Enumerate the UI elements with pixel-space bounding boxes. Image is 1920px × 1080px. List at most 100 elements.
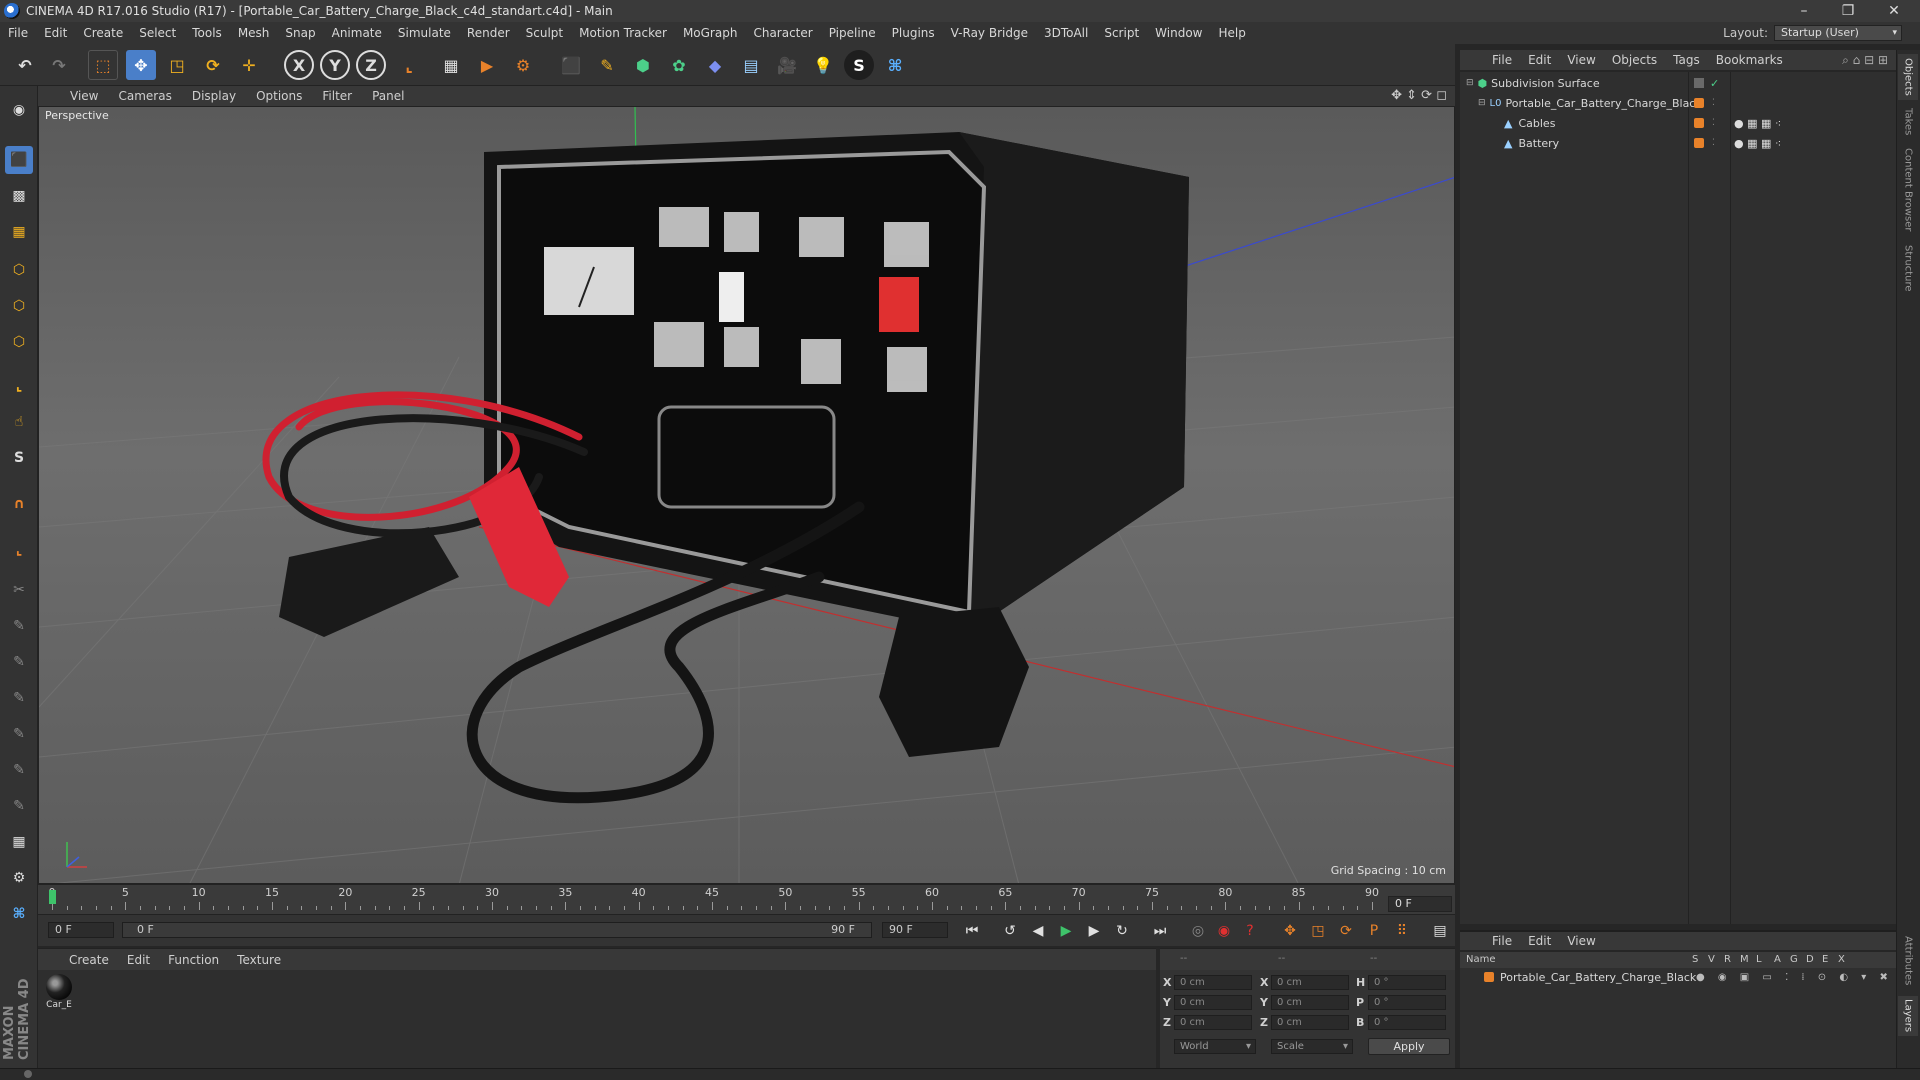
x-axis-lock-icon[interactable]: X	[284, 50, 314, 80]
material-menu-function[interactable]: Function	[159, 953, 228, 967]
keyframe-selection-icon[interactable]: ?	[1238, 920, 1262, 942]
go-to-end-icon[interactable]: ⏭	[1148, 920, 1172, 942]
material-swatch[interactable]: Car_E	[44, 974, 74, 1016]
workplane-mode-icon[interactable]: ▦	[5, 218, 33, 246]
make-editable-icon[interactable]: ◉	[5, 96, 33, 124]
python-icon[interactable]: ⌘	[5, 900, 33, 928]
viewport-menu-view[interactable]: View	[60, 89, 108, 103]
points-mode-icon[interactable]: ⬡	[5, 256, 33, 284]
3d-viewport[interactable]: Perspective Grid Spacing : 10 cm	[38, 106, 1455, 884]
coord-b-rotation-field[interactable]: 0 °	[1368, 1015, 1446, 1030]
camera-icon[interactable]: 🎥	[772, 50, 802, 80]
spline-pen-icon[interactable]: ✎	[592, 50, 622, 80]
collapse-icon[interactable]: ⊟	[1478, 98, 1486, 108]
render-view-icon[interactable]: ▦	[436, 50, 466, 80]
previous-frame-icon[interactable]: ◀	[1026, 920, 1050, 942]
visibility-dots-icon[interactable]: ⁚	[1712, 138, 1715, 148]
menu-file[interactable]: File	[0, 26, 36, 40]
object-menu-file[interactable]: File	[1484, 53, 1520, 67]
script-icon[interactable]: ⚙	[5, 864, 33, 892]
column-xref[interactable]: X	[1838, 954, 1845, 965]
coord-transform-dropdown[interactable]: Scale ▾	[1271, 1039, 1353, 1054]
menu-plugins[interactable]: Plugins	[884, 26, 943, 40]
end-frame-field[interactable]: 90 F	[882, 922, 948, 938]
spline-icon[interactable]: ✎	[5, 720, 33, 748]
object-row-cables[interactable]: ▲ Cables ⁚ ● ▦ ▦ ⁖	[1460, 114, 1896, 132]
render-settings-icon[interactable]: ⚙	[508, 50, 538, 80]
y-axis-lock-icon[interactable]: Y	[320, 50, 350, 80]
menu-edit[interactable]: Edit	[36, 26, 75, 40]
autokey-icon[interactable]: ◉	[1212, 920, 1236, 942]
workplane-icon[interactable]: ⌞	[5, 536, 33, 564]
layer-color-icon[interactable]	[1694, 118, 1704, 128]
layer-color-icon[interactable]	[1694, 98, 1704, 108]
texture-mode-icon[interactable]: ▩	[5, 182, 33, 210]
collapse-icon[interactable]: ⊟	[1466, 78, 1474, 88]
column-manager[interactable]: M	[1740, 954, 1749, 965]
layer-color-icon[interactable]	[1484, 972, 1494, 982]
vray-icon[interactable]: S	[844, 50, 874, 80]
next-frame-icon[interactable]: ▶	[1082, 920, 1106, 942]
current-frame-marker[interactable]	[49, 890, 56, 904]
menu-help[interactable]: Help	[1210, 26, 1253, 40]
menu-select[interactable]: Select	[131, 26, 184, 40]
object-menu-objects[interactable]: Objects	[1604, 53, 1665, 67]
coord-z-position-field[interactable]: 0 cm	[1174, 1015, 1252, 1030]
object-manager-search-icon[interactable]: ⌕ ⌂ ⊟ ⊞	[1842, 53, 1888, 68]
tweak-mode-icon[interactable]: ☝	[5, 408, 33, 436]
weight-icon[interactable]: ✎	[5, 792, 33, 820]
tab-content-browser[interactable]: Content Browser	[1898, 146, 1918, 234]
tab-attributes[interactable]: Attributes	[1898, 930, 1918, 992]
coord-y-size-field[interactable]: 0 cm	[1271, 995, 1349, 1010]
key-position-icon[interactable]: ✥	[1278, 920, 1302, 942]
menu-mesh[interactable]: Mesh	[230, 26, 278, 40]
coord-p-rotation-field[interactable]: 0 °	[1368, 995, 1446, 1010]
viewport-menu-filter[interactable]: Filter	[312, 89, 362, 103]
record-active-icon[interactable]: ◎	[1186, 920, 1210, 942]
layout-dropdown[interactable]: Startup (User) ▾	[1774, 25, 1902, 41]
key-parameter-icon[interactable]: P	[1362, 920, 1386, 942]
sculpt-icon[interactable]: ✎	[5, 684, 33, 712]
menu-simulate[interactable]: Simulate	[390, 26, 459, 40]
tab-takes[interactable]: Takes	[1898, 104, 1918, 140]
layer-flags-icons[interactable]: ● ◉ ▣ ▭ ⁚ ⁞ ⊙ ◐ ▾ ✖	[1696, 972, 1893, 983]
object-row-subdivision-surface[interactable]: ⊟ ⬢ Subdivision Surface ✓	[1460, 74, 1896, 92]
column-animation[interactable]: A	[1774, 954, 1781, 965]
go-to-start-icon[interactable]: ⏮	[960, 920, 984, 942]
start-frame-field[interactable]: 0 F	[48, 922, 114, 938]
magnet-icon[interactable]: ∩	[5, 490, 33, 518]
scale-tool-icon[interactable]: ◳	[162, 50, 192, 80]
menu-3dtoall[interactable]: 3DToAll	[1036, 26, 1096, 40]
object-menu-view[interactable]: View	[1559, 53, 1603, 67]
python-icon[interactable]: ⌘	[880, 50, 910, 80]
play-icon[interactable]: ▶	[1054, 920, 1078, 942]
key-scale-icon[interactable]: ◳	[1306, 920, 1330, 942]
close-icon[interactable]: ✕	[1872, 0, 1916, 22]
material-tags-icon[interactable]: ● ▦ ▦ ⁖	[1734, 117, 1781, 130]
transform-tool-icon[interactable]: ✛	[234, 50, 264, 80]
redo-icon[interactable]: ↷	[44, 50, 74, 80]
column-expressions[interactable]: E	[1822, 954, 1828, 965]
model-mode-icon[interactable]: ⬛	[5, 146, 33, 174]
cloner-icon[interactable]: ✿	[664, 50, 694, 80]
move-tool-icon[interactable]: ✥	[126, 50, 156, 80]
layer-menu-view[interactable]: View	[1559, 934, 1603, 948]
render-picture-viewer-icon[interactable]: ▶	[472, 50, 502, 80]
object-menu-edit[interactable]: Edit	[1520, 53, 1559, 67]
column-render[interactable]: R	[1724, 954, 1731, 965]
column-name[interactable]: Name	[1466, 954, 1496, 965]
menu-character[interactable]: Character	[745, 26, 820, 40]
viewport-menu-options[interactable]: Options	[246, 89, 312, 103]
object-row-portable-car-battery[interactable]: ⊟ L0 Portable_Car_Battery_Charge_Black ⁚	[1460, 94, 1896, 112]
edges-mode-icon[interactable]: ⬡	[5, 292, 33, 320]
light-icon[interactable]: 💡	[808, 50, 838, 80]
layer-menu-edit[interactable]: Edit	[1520, 934, 1559, 948]
key-rotation-icon[interactable]: ⟳	[1334, 920, 1358, 942]
z-axis-lock-icon[interactable]: Z	[356, 50, 386, 80]
deformer-icon[interactable]: ◆	[700, 50, 730, 80]
menu-create[interactable]: Create	[75, 26, 131, 40]
next-key-icon[interactable]: ↻	[1110, 920, 1134, 942]
current-frame-field[interactable]: 0 F	[1388, 896, 1452, 912]
menu-snap[interactable]: Snap	[277, 26, 323, 40]
material-menu-edit[interactable]: Edit	[118, 953, 159, 967]
